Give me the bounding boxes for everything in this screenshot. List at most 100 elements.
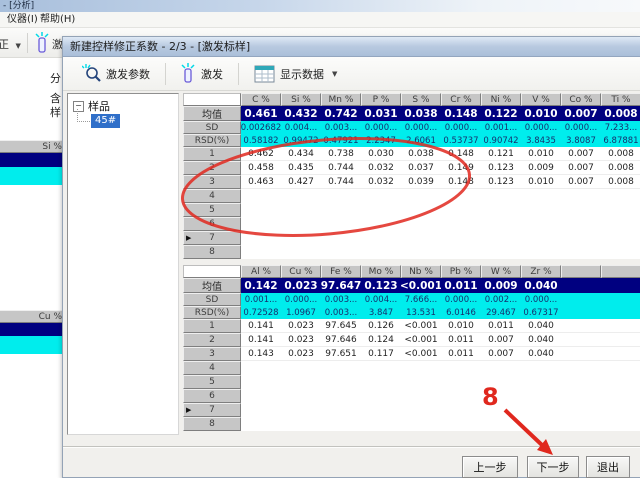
table-cell[interactable]: 0.744 bbox=[321, 175, 361, 189]
exit-button[interactable]: 退出 bbox=[586, 456, 630, 478]
table-cell[interactable]: 0.143 bbox=[241, 347, 281, 361]
table-cell[interactable]: 0.010 bbox=[521, 175, 561, 189]
table-cell[interactable]: 0.004... bbox=[281, 121, 321, 134]
table-cell[interactable]: 3.8087 bbox=[561, 134, 601, 147]
table-cell[interactable]: 0.462 bbox=[241, 147, 281, 161]
table-cell[interactable]: 0.000... bbox=[401, 121, 441, 134]
table-cell[interactable]: 0.000... bbox=[521, 293, 561, 306]
table-cell[interactable]: <0.001 bbox=[401, 333, 441, 347]
row-header[interactable]: 1 bbox=[183, 319, 241, 333]
row-header[interactable]: 8 bbox=[183, 417, 241, 431]
spark-tube-icon[interactable] bbox=[35, 32, 50, 54]
menu-help[interactable]: 帮助(H) bbox=[40, 13, 75, 27]
table-cell[interactable]: 0.023 bbox=[281, 319, 321, 333]
table-cell[interactable]: 0.008 bbox=[601, 161, 640, 175]
table-cell[interactable]: 0.009 bbox=[481, 278, 521, 293]
row-header[interactable]: 6 bbox=[183, 389, 241, 403]
table-cell[interactable] bbox=[601, 293, 640, 306]
table-cell[interactable]: 0.003... bbox=[321, 121, 361, 134]
table-cell[interactable]: 0.53737 bbox=[441, 134, 481, 147]
table-cell[interactable]: 0.141 bbox=[241, 319, 281, 333]
table-cell[interactable] bbox=[601, 347, 640, 361]
table-cell[interactable]: 0.123 bbox=[481, 161, 521, 175]
table-cell[interactable]: 0.90742 bbox=[481, 134, 521, 147]
table-cell[interactable]: 0.007 bbox=[481, 333, 521, 347]
table-cell[interactable]: 0.002682 bbox=[241, 121, 281, 134]
table-cell[interactable]: 0.008 bbox=[601, 106, 640, 121]
table-cell[interactable]: 3.8435 bbox=[521, 134, 561, 147]
row-header[interactable]: 2 bbox=[183, 333, 241, 347]
row-header[interactable]: 4 bbox=[183, 189, 241, 203]
table-cell[interactable]: 0.432 bbox=[281, 106, 321, 121]
table-cell[interactable]: 2.2347 bbox=[361, 134, 401, 147]
table-cell[interactable]: 6.0146 bbox=[441, 306, 481, 319]
table-cell[interactable]: 0.007 bbox=[481, 347, 521, 361]
dialog-titlebar[interactable]: 新建控样修正系数 - 2/3 - [激发标样] bbox=[63, 37, 640, 57]
table-cell[interactable]: 0.038 bbox=[401, 147, 441, 161]
table-cell[interactable]: 0.434 bbox=[281, 147, 321, 161]
table-cell[interactable]: 7.233... bbox=[601, 121, 640, 134]
correction-dropdown-button[interactable]: 修正 ▼ bbox=[0, 36, 21, 52]
table-cell[interactable]: 0.435 bbox=[281, 161, 321, 175]
table-cell[interactable]: 0.040 bbox=[521, 347, 561, 361]
table-cell[interactable]: 0.010 bbox=[521, 147, 561, 161]
table-cell[interactable]: 97.646 bbox=[321, 333, 361, 347]
table-cell[interactable]: 0.149 bbox=[441, 161, 481, 175]
table-cell[interactable] bbox=[561, 333, 601, 347]
table-cell[interactable] bbox=[561, 278, 601, 293]
row-header[interactable]: 4 bbox=[183, 361, 241, 375]
table-cell[interactable]: 0.148 bbox=[441, 175, 481, 189]
table-cell[interactable]: 0.007 bbox=[561, 175, 601, 189]
table-cell[interactable]: 0.037 bbox=[401, 161, 441, 175]
table-cell[interactable]: 0.121 bbox=[481, 147, 521, 161]
table-cell[interactable] bbox=[601, 319, 640, 333]
table-cell[interactable]: 0.47921 bbox=[321, 134, 361, 147]
excite-params-button[interactable]: 激发参数 bbox=[73, 60, 159, 87]
row-header[interactable]: 均值 bbox=[183, 278, 241, 293]
table-cell[interactable]: 7.666... bbox=[401, 293, 441, 306]
table-cell[interactable]: 0.122 bbox=[481, 106, 521, 121]
table-cell[interactable]: 0.99472 bbox=[281, 134, 321, 147]
table-cell[interactable]: 0.742 bbox=[321, 106, 361, 121]
row-header[interactable]: SD bbox=[183, 293, 241, 306]
table-cell[interactable]: 0.040 bbox=[521, 319, 561, 333]
row-header[interactable]: RSD(%) bbox=[183, 134, 241, 147]
row-header[interactable]: 2 bbox=[183, 161, 241, 175]
table-cell[interactable]: <0.001 bbox=[401, 319, 441, 333]
table-cell[interactable]: 29.467 bbox=[481, 306, 521, 319]
row-header[interactable]: 5 bbox=[183, 203, 241, 217]
row-header[interactable]: 1 bbox=[183, 147, 241, 161]
row-header[interactable]: RSD(%) bbox=[183, 306, 241, 319]
table-cell[interactable]: 0.040 bbox=[521, 278, 561, 293]
row-header[interactable]: 3 bbox=[183, 175, 241, 189]
show-data-dropdown-button[interactable]: 显示数据 ▼ bbox=[245, 61, 346, 87]
table-cell[interactable]: 0.000... bbox=[281, 293, 321, 306]
table-cell[interactable]: 0.126 bbox=[361, 319, 401, 333]
table-cell[interactable]: 13.531 bbox=[401, 306, 441, 319]
table-cell[interactable]: 0.038 bbox=[401, 106, 441, 121]
table-cell[interactable]: 0.040 bbox=[521, 333, 561, 347]
table-cell[interactable] bbox=[601, 278, 640, 293]
table-cell[interactable]: 0.141 bbox=[241, 333, 281, 347]
table-cell[interactable]: 0.010 bbox=[441, 319, 481, 333]
table-cell[interactable]: 0.001... bbox=[241, 293, 281, 306]
menu-instrument[interactable]: 仪器(I) bbox=[7, 13, 38, 27]
table-cell[interactable]: 0.008 bbox=[601, 175, 640, 189]
table-cell[interactable]: <0.001 bbox=[401, 347, 441, 361]
table-cell[interactable]: 0.008 bbox=[601, 147, 640, 161]
row-header[interactable]: SD bbox=[183, 121, 241, 134]
table-cell[interactable] bbox=[561, 347, 601, 361]
table-cell[interactable]: 0.000... bbox=[441, 293, 481, 306]
table-cell[interactable]: 0.011 bbox=[441, 333, 481, 347]
row-header[interactable]: 均值 bbox=[183, 106, 241, 121]
table-cell[interactable] bbox=[601, 306, 640, 319]
table-cell[interactable]: 0.124 bbox=[361, 333, 401, 347]
table-cell[interactable]: 0.039 bbox=[401, 175, 441, 189]
table-cell[interactable]: 0.011 bbox=[481, 319, 521, 333]
table-cell[interactable]: 0.007 bbox=[561, 161, 601, 175]
table-cell[interactable]: 0.458 bbox=[241, 161, 281, 175]
table-cell[interactable]: 0.463 bbox=[241, 175, 281, 189]
row-header[interactable]: 8 bbox=[183, 245, 241, 259]
table-cell[interactable]: 2.6061 bbox=[401, 134, 441, 147]
table-cell[interactable] bbox=[561, 293, 601, 306]
